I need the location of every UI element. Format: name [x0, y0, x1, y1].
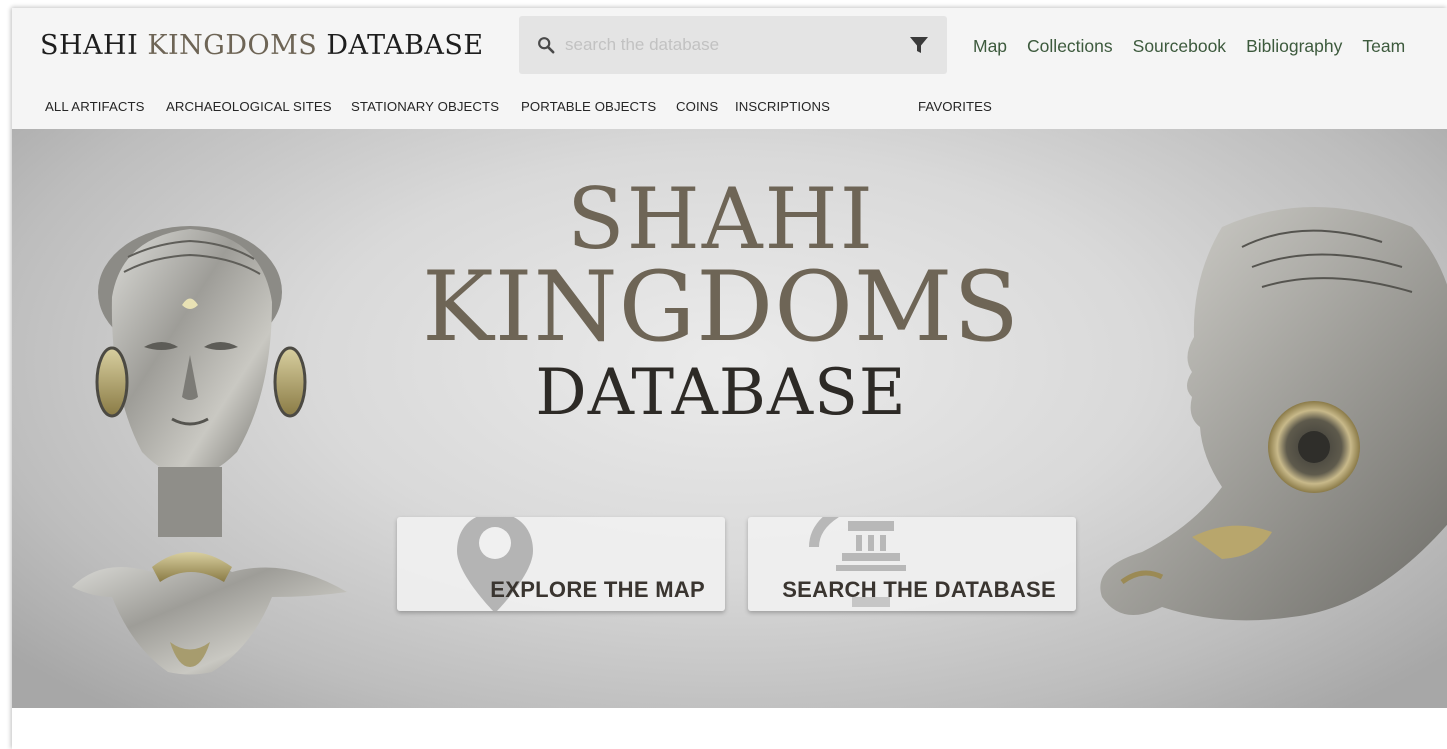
nav-link-sourcebook[interactable]: Sourcebook	[1133, 36, 1226, 57]
hero-banner: SHAHI KINGDOMS DATABASE EXPLORE THE MAP	[12, 129, 1447, 708]
search-input[interactable]	[565, 32, 895, 58]
main-nav: Map Collections Sourcebook Bibliography …	[973, 36, 1425, 57]
hero-title-line-3: DATABASE	[535, 356, 907, 430]
search-bar	[519, 16, 947, 74]
category-favorites[interactable]: FAVORITES	[918, 99, 992, 114]
logo-text-shahi: SHAHI	[40, 30, 148, 61]
nav-link-bibliography[interactable]: Bibliography	[1246, 36, 1342, 57]
filter-icon[interactable]	[909, 35, 929, 55]
hero-title-line-1: SHAHI	[567, 170, 875, 268]
hero-title: SHAHI KINGDOMS DATABASE	[12, 177, 1447, 433]
explore-map-button[interactable]: EXPLORE THE MAP	[397, 517, 725, 611]
search-database-label: SEARCH THE DATABASE	[782, 577, 1056, 602]
nav-link-map[interactable]: Map	[973, 36, 1007, 57]
page-frame: SHAHI KINGDOMS DATABASE Map Collections …	[12, 8, 1447, 749]
category-all-artifacts[interactable]: ALL ARTIFACTS	[45, 99, 145, 114]
site-logo[interactable]: SHAHI KINGDOMS DATABASE	[40, 30, 484, 61]
category-stationary-objects[interactable]: STATIONARY OBJECTS	[351, 99, 499, 114]
logo-text-database: DATABASE	[317, 30, 484, 61]
explore-map-label: EXPLORE THE MAP	[490, 577, 705, 602]
nav-link-team[interactable]: Team	[1362, 36, 1405, 57]
nav-link-collections[interactable]: Collections	[1027, 36, 1113, 57]
category-archaeological-sites[interactable]: ARCHAEOLOGICAL SITES	[166, 99, 332, 114]
hero-title-line-2: KINGDOMS	[421, 251, 1021, 363]
category-coins[interactable]: COINS	[676, 99, 718, 114]
category-inscriptions[interactable]: INSCRIPTIONS	[735, 99, 830, 114]
site-header: SHAHI KINGDOMS DATABASE Map Collections …	[12, 8, 1447, 129]
search-database-button[interactable]: SEARCH THE DATABASE	[748, 517, 1076, 611]
logo-text-kingdoms: KINGDOMS	[147, 30, 318, 61]
search-icon[interactable]	[537, 36, 555, 54]
category-portable-objects[interactable]: PORTABLE OBJECTS	[521, 99, 656, 114]
